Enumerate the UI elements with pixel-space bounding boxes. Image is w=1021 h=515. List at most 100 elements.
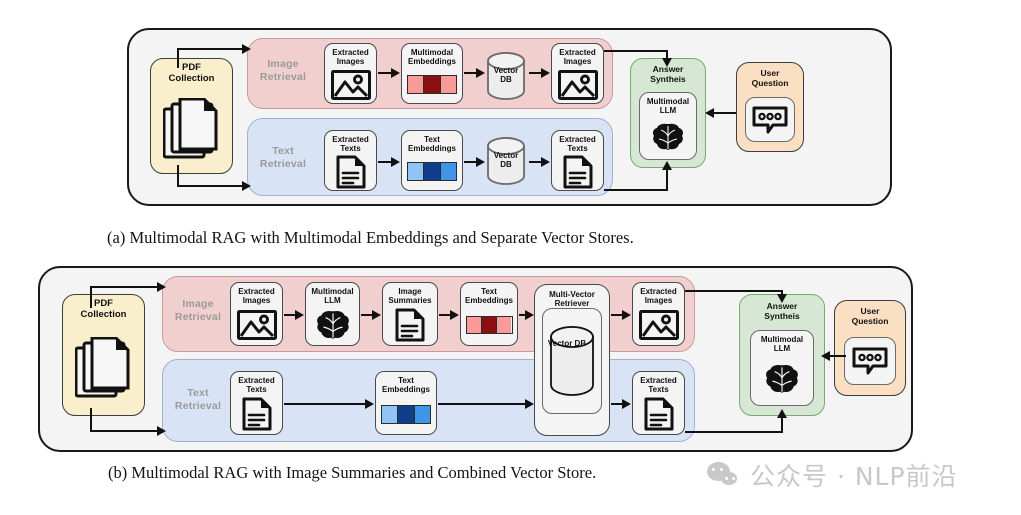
- label-line-1: Image: [398, 287, 422, 296]
- label-line-2: Embeddings: [381, 385, 430, 395]
- panel-b-pdf-collection-label: PDF Collection: [80, 298, 127, 321]
- label-line-2: Texts: [648, 385, 669, 395]
- panel-b-multi-vector-retriever[interactable]: Multi-Vector Retriever Vector DB: [534, 284, 610, 436]
- wechat-icon: [707, 462, 741, 488]
- label-line-1: Extracted: [640, 287, 677, 296]
- label-line-1: Text: [187, 387, 209, 399]
- node-label: Image Summaries: [388, 287, 431, 305]
- node-label: Multimodal LLM: [761, 335, 803, 353]
- panel-b-retriever-inner[interactable]: Vector DB: [542, 308, 602, 415]
- panel-b-user-question[interactable]: User Question: [834, 300, 906, 396]
- label-line-1: Multimodal: [760, 335, 804, 345]
- panel-b-chat-box[interactable]: [844, 336, 896, 385]
- document-icon: [231, 394, 282, 434]
- label-line-1: Extracted: [238, 376, 275, 385]
- panel-b-edge-user-to-answer: [828, 355, 846, 358]
- label-line-1: Text: [481, 287, 497, 296]
- panel-b-edge-pdf-to-image-v: [90, 286, 93, 308]
- panel-b-image-retrieval-label: Image Retrieval: [170, 298, 226, 324]
- panel-b-node-image-summaries[interactable]: Image Summaries: [382, 282, 438, 346]
- label-line-1: Extracted: [238, 287, 275, 296]
- panel-b-answer-label: Answer Syntheis: [764, 301, 800, 322]
- node-label: Extracted Images: [640, 287, 676, 305]
- panel-b-text-retrieval-label: Text Retrieval: [170, 387, 226, 413]
- document-icon: [633, 394, 684, 434]
- panel-b-arrow-img-to-answer: [776, 294, 787, 303]
- picture-icon: [231, 305, 282, 345]
- documents-stack-icon: [63, 321, 144, 415]
- panel-b-multimodal-llm[interactable]: Multimodal LLM: [750, 330, 814, 407]
- panel-b-user-inner-wrap: [835, 327, 905, 395]
- panel-b-edge-txt1-emb: [284, 403, 366, 406]
- panel-b-arrow-pdf-to-text: [157, 425, 166, 436]
- panel-b-node-extracted-texts-2[interactable]: Extracted Texts: [632, 371, 685, 435]
- label-line-2: Retriever: [554, 299, 590, 309]
- panel-b-arrow-img1-llm: [295, 309, 304, 320]
- node-label: Text Embeddings: [382, 376, 430, 394]
- node-label: Multimodal LLM: [311, 287, 353, 305]
- panel-b-node-extracted-images-2[interactable]: Extracted Images: [632, 282, 685, 346]
- panel-b-answer-synthesis[interactable]: Answer Syntheis Multimodal LLM: [739, 294, 825, 416]
- panel-b-pdf-collection[interactable]: PDF Collection: [62, 294, 145, 416]
- picture-icon: [633, 305, 684, 345]
- brain-icon: [306, 305, 359, 345]
- panel-b-arrow-retriever-img2: [622, 309, 631, 320]
- label-line-2: Syntheis: [764, 310, 800, 321]
- panel-b-arrow-txt-to-answer: [776, 409, 787, 418]
- panel-b-node-text-embeddings-image[interactable]: Text Embeddings: [460, 282, 518, 346]
- label-line-1: Extracted: [640, 376, 677, 385]
- label-line-1: Text: [398, 376, 414, 385]
- panel-b-user-question-label: User Question: [851, 306, 889, 327]
- panel-b-node-extracted-texts-1[interactable]: Extracted Texts: [230, 371, 283, 435]
- figure-panel-b: Image Retrieval Text Retrieval PDF Colle…: [0, 0, 1021, 515]
- label-line-2: Collection: [80, 308, 127, 320]
- brain-icon: [751, 354, 813, 406]
- label-line-2: LLM: [324, 296, 341, 306]
- panel-b-arrow-emb-retriever: [525, 309, 534, 320]
- panel-b-arrow-pdf-to-image: [157, 281, 166, 292]
- label-line-2: Retrieval: [174, 311, 222, 324]
- node-label: Extracted Texts: [640, 376, 676, 394]
- label-line-2: Images: [242, 296, 271, 306]
- panel-b-arrow-txt1-emb: [365, 398, 374, 409]
- panel-b-edge-emb-retriever2: [438, 403, 530, 406]
- label-line-1: Multi-Vector: [549, 290, 595, 299]
- document-icon: [383, 305, 437, 345]
- panel-b-edge-pdf-to-image-h: [90, 286, 158, 289]
- panel-b-caption: (b) Multimodal RAG with Image Summaries …: [108, 463, 597, 482]
- panel-b-edge-txt-to-answer-h: [685, 431, 783, 434]
- panel-b-arrow-sum-emb: [450, 309, 459, 320]
- panel-b-retriever-inner-wrap: Vector DB: [535, 308, 609, 435]
- watermark-text: 公众号 · NLP前沿: [750, 462, 958, 491]
- watermark: 公众号 · NLP前沿: [707, 457, 958, 493]
- label-line-2: Texts: [246, 385, 267, 395]
- panel-b-retriever-db-label: Vector DB: [547, 339, 587, 349]
- label-line-1: Multimodal: [311, 287, 354, 296]
- embedding-bar-icon: [461, 305, 517, 345]
- panel-b-arrow-user-to-answer: [821, 350, 830, 361]
- chat-bubble-icon: [845, 338, 895, 384]
- label-line-2: Retrieval: [174, 400, 222, 413]
- panel-b-arrow-emb-retriever2: [525, 398, 534, 409]
- panel-b-edge-txt-to-answer-v: [781, 416, 784, 433]
- panel-b-edge-pdf-to-text-h: [90, 430, 158, 433]
- label-line-2: Question: [851, 315, 889, 326]
- panel-b-arrow-retriever-txt2: [622, 398, 631, 409]
- node-label: Extracted Texts: [238, 376, 274, 394]
- panel-b-answer-inner-wrap: Multimodal LLM: [740, 322, 824, 415]
- panel-b-retriever-label: Multi-Vector Retriever: [549, 290, 595, 308]
- panel-b-node-text-embeddings-text[interactable]: Text Embeddings: [375, 371, 437, 435]
- label-line-2: Embeddings: [464, 296, 513, 306]
- panel-b-edge-pdf-to-text-v: [90, 408, 93, 432]
- label-line-1: Image: [182, 298, 214, 310]
- label-line-2: Summaries: [388, 296, 432, 306]
- panel-b-edge-img-to-answer-h: [685, 290, 783, 293]
- panel-b-arrow-llm-sum: [372, 309, 381, 320]
- label-line-2: LLM: [773, 344, 791, 354]
- database-cylinder-icon: Vector DB: [543, 309, 601, 413]
- node-label: Extracted Images: [238, 287, 274, 305]
- panel-b-node-multimodal-llm[interactable]: Multimodal LLM: [305, 282, 360, 346]
- panel-b-node-extracted-images-1[interactable]: Extracted Images: [230, 282, 283, 346]
- embedding-bar-icon: [376, 394, 436, 434]
- label-line-2: Images: [644, 296, 673, 306]
